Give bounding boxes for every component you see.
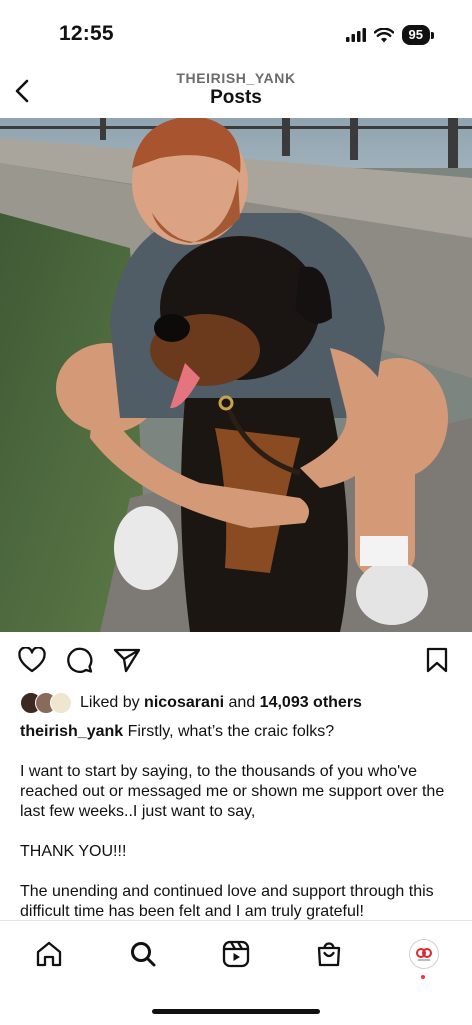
home-indicator bbox=[152, 1009, 320, 1014]
notification-dot bbox=[421, 975, 425, 979]
posts-header: THEIRISH_YANK Posts bbox=[0, 66, 472, 118]
caption-paragraph: The unending and continued love and supp… bbox=[20, 883, 434, 920]
reels-icon bbox=[222, 940, 250, 968]
like-button[interactable] bbox=[17, 645, 47, 675]
likes-count[interactable]: 14,093 others bbox=[260, 694, 362, 712]
shop-icon bbox=[317, 942, 341, 967]
caption-text: Firstly, what’s the craic folks? bbox=[123, 723, 335, 740]
comment-button[interactable] bbox=[64, 645, 94, 675]
battery-level: 95 bbox=[401, 25, 430, 45]
likes-prefix: Liked by bbox=[80, 694, 145, 711]
battery-indicator: 95 bbox=[401, 25, 434, 45]
liked-by-user[interactable]: nicosarani bbox=[144, 694, 224, 712]
nav-reels[interactable] bbox=[219, 937, 253, 971]
post-actions bbox=[0, 645, 472, 677]
likes-mid: and bbox=[224, 694, 260, 711]
header-username[interactable]: THEIRISH_YANK bbox=[0, 70, 472, 86]
nav-search[interactable] bbox=[126, 937, 160, 971]
profile-logo-icon bbox=[416, 948, 432, 961]
cellular-signal-icon bbox=[345, 28, 366, 42]
likes-row[interactable]: Liked by nicosarani and 14,093 others bbox=[20, 692, 460, 714]
nav-home[interactable] bbox=[32, 937, 66, 971]
avatar bbox=[50, 692, 72, 714]
page-title: Posts bbox=[210, 87, 262, 108]
battery-nub bbox=[431, 31, 434, 39]
status-icons: 95 bbox=[345, 25, 434, 45]
save-button[interactable] bbox=[422, 645, 452, 675]
search-icon bbox=[131, 942, 156, 967]
bookmark-icon bbox=[426, 647, 448, 673]
liker-avatars bbox=[20, 692, 72, 714]
caption-paragraph: THANK YOU!!! bbox=[20, 843, 127, 860]
post-image[interactable] bbox=[0, 118, 472, 632]
post-photo-illustration bbox=[0, 118, 472, 632]
status-bar: 12:55 95 bbox=[0, 0, 472, 70]
comment-icon bbox=[67, 647, 93, 673]
profile-avatar[interactable] bbox=[409, 939, 439, 969]
share-button[interactable] bbox=[112, 645, 142, 675]
home-icon bbox=[36, 941, 62, 967]
caption-first-line: theirish_yank Firstly, what’s the craic … bbox=[20, 722, 456, 742]
share-icon bbox=[113, 648, 141, 673]
wifi-icon bbox=[373, 27, 394, 42]
caption-username[interactable]: theirish_yank bbox=[20, 723, 123, 740]
caption-paragraph: I want to start by saying, to the thousa… bbox=[20, 763, 445, 820]
status-time: 12:55 bbox=[59, 22, 114, 45]
nav-shop[interactable] bbox=[312, 937, 346, 971]
post-caption: theirish_yank Firstly, what’s the craic … bbox=[20, 722, 456, 920]
heart-icon bbox=[18, 647, 46, 673]
bottom-nav bbox=[0, 920, 472, 1025]
